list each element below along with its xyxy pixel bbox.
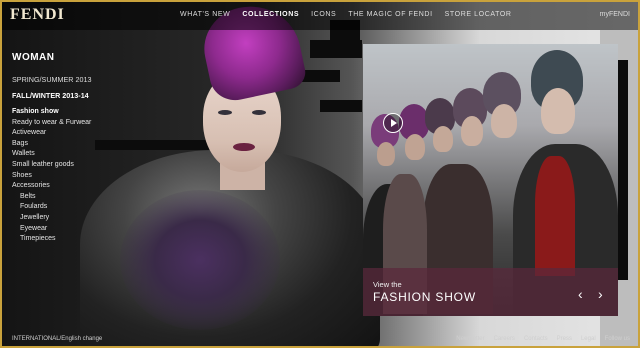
footer-link-newsletter[interactable]: Newsletter <box>456 336 484 342</box>
menu-item-wallets[interactable]: Wallets <box>12 149 112 160</box>
brand-logo[interactable]: FENDI <box>10 6 65 24</box>
menu-subitem-timepieces[interactable]: Timepieces <box>12 234 112 245</box>
my-account-link[interactable]: myFENDI <box>600 11 630 18</box>
nav-item-icons[interactable]: ICONS <box>311 11 336 18</box>
season-link-fw2013[interactable]: FALL/WINTER 2013-14 <box>12 91 112 100</box>
menu-item-activewear[interactable]: Activewear <box>12 128 112 139</box>
nav-item-store-locator[interactable]: STORE LOCATOR <box>445 11 512 18</box>
menu-subitem-eyewear[interactable]: Eyewear <box>12 224 112 235</box>
locale-selector[interactable]: INTERNATIONAL/English change <box>12 336 102 342</box>
main-nav: WHAT'S NEW COLLECTIONS ICONS THE MAGIC O… <box>180 11 512 18</box>
footer-link-legal[interactable]: Legal <box>581 336 596 342</box>
nav-item-whats-new[interactable]: WHAT'S NEW <box>180 11 230 18</box>
fashion-show-panel[interactable]: View the FASHION SHOW ‹ › <box>363 44 618 316</box>
season-link-ss2013[interactable]: SPRING/SUMMER 2013 <box>12 75 112 84</box>
menu-item-shoes[interactable]: Shoes <box>12 171 112 182</box>
collection-menu: WOMAN SPRING/SUMMER 2013 FALL/WINTER 201… <box>12 52 112 245</box>
caption-title: FASHION SHOW <box>373 290 476 304</box>
footer-link-careers[interactable]: Careers <box>494 336 515 342</box>
chevron-left-icon[interactable]: ‹ <box>578 286 583 302</box>
menu-subitem-foulards[interactable]: Foulards <box>12 202 112 213</box>
chevron-right-icon[interactable]: › <box>598 286 603 302</box>
footer-links: Newsletter Careers Contacts Press Legal … <box>456 336 630 342</box>
menu-item-fashion-show[interactable]: Fashion show <box>12 107 112 118</box>
caption-small-text: View the <box>373 280 402 289</box>
menu-subitem-jewellery[interactable]: Jewellery <box>12 213 112 224</box>
top-navigation-bar: FENDI WHAT'S NEW COLLECTIONS ICONS THE M… <box>0 0 640 30</box>
footer-link-contacts[interactable]: Contacts <box>524 336 548 342</box>
fashion-show-caption[interactable]: View the FASHION SHOW ‹ › <box>363 268 618 316</box>
menu-item-accessories[interactable]: Accessories <box>12 181 112 192</box>
footer-link-press[interactable]: Press <box>557 336 572 342</box>
nav-item-magic-of-fendi[interactable]: THE MAGIC OF FENDI <box>348 11 432 18</box>
footer-link-follow-us[interactable]: Follow us <box>605 336 630 342</box>
nav-item-collections[interactable]: COLLECTIONS <box>242 11 299 18</box>
play-icon[interactable] <box>383 113 403 133</box>
menu-item-small-leather-goods[interactable]: Small leather goods <box>12 160 112 171</box>
menu-item-ready-to-wear[interactable]: Ready to wear & Furwear <box>12 118 112 129</box>
menu-title: WOMAN <box>12 52 55 63</box>
menu-item-bags[interactable]: Bags <box>12 139 112 150</box>
menu-subitem-belts[interactable]: Belts <box>12 192 112 203</box>
